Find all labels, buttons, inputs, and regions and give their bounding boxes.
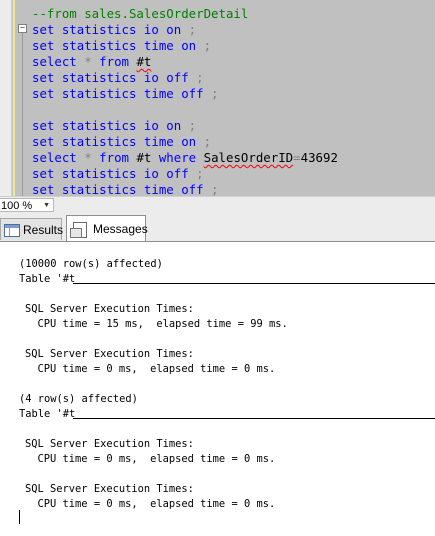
- code-token: set statistics io on: [32, 22, 182, 37]
- message-line: CPU time = 0 ms, elapsed time = 0 ms.: [19, 452, 288, 467]
- message-line: Table '#t: [19, 272, 435, 287]
- message-text: SQL Server Execution Times:: [25, 438, 194, 450]
- text-caret: [19, 510, 20, 524]
- tab-results[interactable]: Results: [0, 218, 64, 240]
- message-line: SQL Server Execution Times:: [19, 302, 288, 317]
- message-line: Table '#t: [19, 407, 435, 422]
- code-token: #t: [129, 150, 159, 165]
- messages-text: (10000 row(s) affected) Table '#t SQL Serv…: [19, 257, 435, 512]
- code-token: ;: [188, 166, 204, 181]
- message-text: CPU time = 0 ms, elapsed time = 0 ms.: [25, 363, 276, 375]
- code-line: select * from #t: [32, 54, 338, 70]
- code-token: ;: [203, 182, 219, 196]
- message-text: CPU time = 0 ms, elapsed time = 0 ms.: [25, 453, 276, 465]
- code-token: set statistics io on: [32, 118, 182, 133]
- code-token: from: [99, 54, 129, 69]
- query-editor[interactable]: − --from sales.SalesOrderDetail set stati…: [0, 0, 435, 196]
- grid-icon: [4, 224, 20, 237]
- code-token: set statistics time off: [32, 86, 204, 101]
- message-text: SQL Server Execution Times:: [25, 303, 194, 315]
- code-token: ;: [181, 22, 197, 37]
- code-token: =: [293, 150, 301, 165]
- code-line: set statistics time off ;: [32, 182, 338, 196]
- message-line: [19, 467, 288, 482]
- code-token: ;: [203, 86, 219, 101]
- table-separator-line: [73, 418, 435, 419]
- code-token: --from sales.SalesOrderDetail: [32, 6, 249, 21]
- message-text: Table '#t: [19, 273, 76, 285]
- message-line: (4 row(s) affected): [19, 392, 288, 407]
- message-text: Table '#t: [19, 408, 76, 420]
- change-marker-secondary: [13, 0, 15, 196]
- code-line: set statistics io on ;: [32, 118, 338, 134]
- message-line: [19, 422, 288, 437]
- message-line: [19, 377, 288, 392]
- message-text: (10000 row(s) affected): [19, 258, 163, 270]
- message-line: CPU time = 15 ms, elapsed time = 99 ms.: [19, 317, 288, 332]
- code-line: select * from #t where SalesOrderID=4369…: [32, 150, 338, 166]
- code-token: set statistics time on: [32, 38, 197, 53]
- code-token: select: [32, 54, 77, 69]
- message-text: CPU time = 0 ms, elapsed time = 0 ms.: [25, 498, 276, 510]
- messages-pane[interactable]: (10000 row(s) affected) Table '#t SQL Serv…: [0, 242, 435, 536]
- code-lines[interactable]: --from sales.SalesOrderDetail set statist…: [32, 6, 338, 196]
- code-token: set statistics io off: [32, 70, 189, 85]
- code-token: ;: [196, 38, 212, 53]
- outline-guide: [22, 33, 23, 196]
- message-line: (10000 row(s) affected): [19, 257, 288, 272]
- dropdown-arrow-icon[interactable]: ▼: [43, 199, 50, 213]
- code-line: --from sales.SalesOrderDetail: [32, 6, 338, 22]
- code-token: from: [99, 150, 129, 165]
- code-token: SalesOrderID: [203, 150, 294, 165]
- message-line: [19, 332, 288, 347]
- tab-messages-label: Messages: [93, 222, 148, 236]
- code-line: set statistics io off ;: [32, 70, 338, 86]
- code-token: *: [76, 150, 100, 165]
- code-token: 43692: [300, 150, 338, 165]
- message-line: [19, 287, 288, 302]
- editor-gutter: [0, 0, 11, 196]
- zoom-bar: 100 % ▼: [0, 196, 435, 214]
- message-line: CPU time = 0 ms, elapsed time = 0 ms.: [19, 362, 288, 377]
- change-marker: [11, 0, 12, 196]
- message-line: CPU time = 0 ms, elapsed time = 0 ms.: [19, 497, 288, 512]
- code-token: set statistics io off: [32, 166, 189, 181]
- message-text: CPU time = 15 ms, elapsed time = 99 ms.: [25, 318, 288, 330]
- code-token: ;: [188, 70, 204, 85]
- collapse-icon[interactable]: −: [18, 24, 27, 33]
- code-token: select: [32, 150, 77, 165]
- result-tabs: Results Messages: [0, 214, 435, 242]
- tab-messages[interactable]: Messages: [66, 215, 148, 241]
- code-line: set statistics io off ;: [32, 166, 338, 182]
- messages-icon: [70, 222, 87, 238]
- message-line: SQL Server Execution Times:: [19, 437, 288, 452]
- code-token: *: [76, 54, 100, 69]
- zoom-select[interactable]: 100 % ▼: [0, 198, 54, 212]
- code-token: ;: [181, 118, 197, 133]
- code-line: set statistics time off ;: [32, 86, 338, 102]
- message-text: SQL Server Execution Times:: [25, 348, 194, 360]
- code-token: set statistics time off: [32, 182, 204, 196]
- code-line: set statistics time on ;: [32, 38, 338, 54]
- message-line: SQL Server Execution Times:: [19, 347, 288, 362]
- message-text: SQL Server Execution Times:: [25, 483, 194, 495]
- zoom-value: 100 %: [1, 200, 33, 212]
- message-text: (4 row(s) affected): [19, 393, 138, 405]
- message-line: SQL Server Execution Times:: [19, 482, 288, 497]
- code-token: ;: [196, 134, 212, 149]
- code-line: set statistics io on ;: [32, 22, 338, 38]
- code-token: set statistics time on: [32, 134, 197, 149]
- table-separator-line: [73, 283, 435, 284]
- code-token: #t: [136, 54, 152, 69]
- code-line: set statistics time on ;: [32, 134, 338, 150]
- tab-results-label: Results: [23, 223, 64, 237]
- code-token: where: [158, 150, 197, 165]
